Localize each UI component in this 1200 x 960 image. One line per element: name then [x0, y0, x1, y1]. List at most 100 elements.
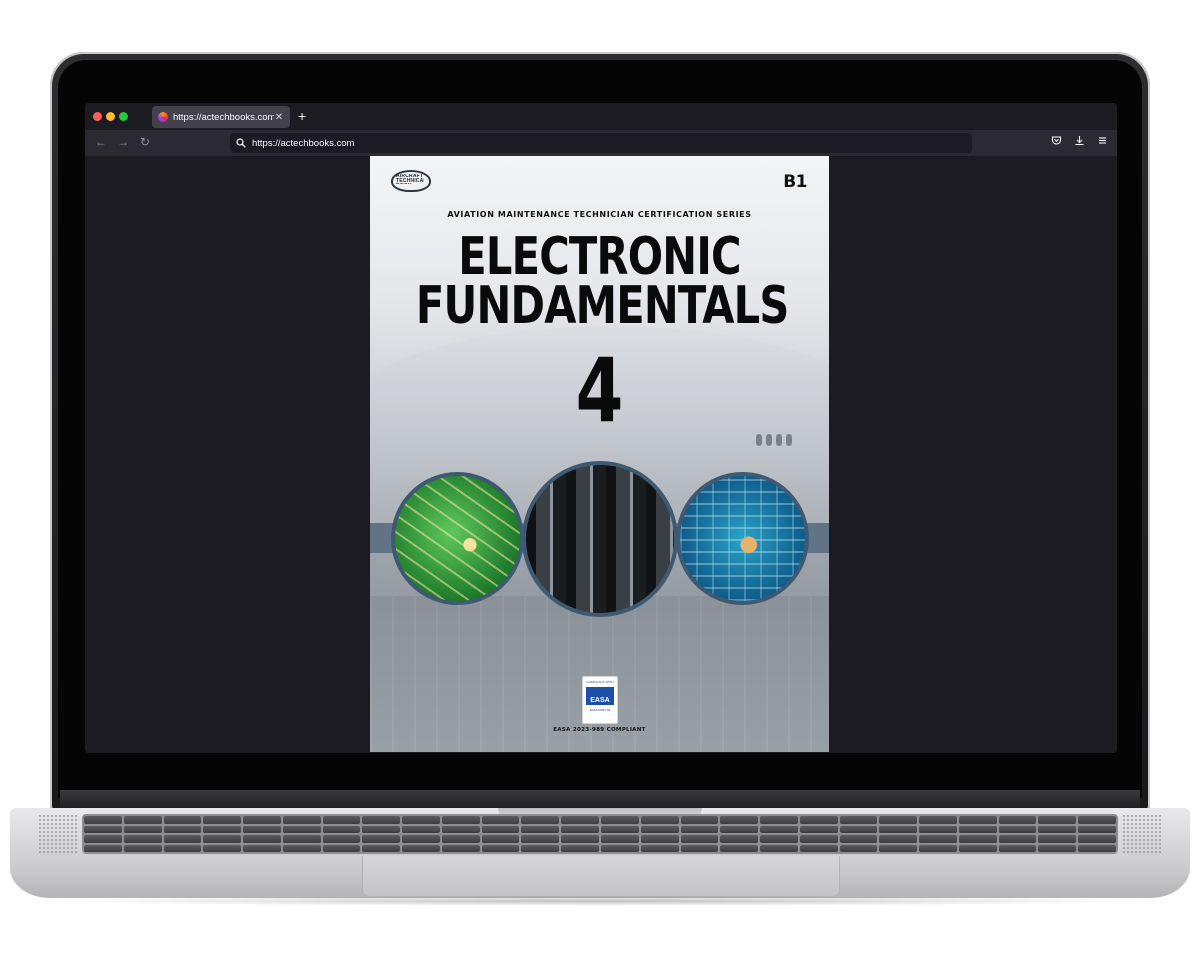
- new-tab-button[interactable]: +: [298, 108, 306, 124]
- keyboard-key: [1038, 835, 1077, 843]
- navigation-toolbar: ← → ↻ https://actechbooks.com: [85, 130, 1117, 156]
- keyboard-key: [441, 816, 480, 824]
- keyboard-key: [481, 816, 520, 824]
- browser-window: https://actechbooks.com ✕ + ← → ↻ https:…: [85, 103, 1117, 753]
- left-speaker-grille: [38, 814, 78, 854]
- right-speaker-grille: [1122, 814, 1162, 854]
- tab-bar: https://actechbooks.com ✕ +: [85, 103, 1117, 130]
- keyboard-key: [680, 825, 719, 833]
- keyboard-key: [203, 816, 242, 824]
- keyboard-key: [680, 835, 719, 843]
- keyboard-key: [243, 844, 281, 852]
- keyboard-key: [402, 816, 440, 824]
- keyboard-key: [163, 835, 202, 843]
- keyboard-key: [760, 844, 798, 852]
- keyboard-key: [481, 835, 520, 843]
- keyboard-key: [919, 816, 957, 824]
- menu-icon[interactable]: [1097, 135, 1108, 146]
- category-label: B1: [783, 172, 807, 192]
- keyboard-key: [561, 835, 599, 843]
- keyboard-key: [322, 835, 361, 843]
- keyboard-key: [879, 816, 918, 824]
- keyboard-key: [84, 835, 122, 843]
- easa-badge: COMPLIANT WITH EASA EASA PART 66: [582, 676, 618, 724]
- series-title: AVIATION MAINTENANCE TECHNICIAN CERTIFIC…: [447, 210, 752, 219]
- keyboard-key: [402, 835, 440, 843]
- keyboard-key: [680, 816, 719, 824]
- keyboard-key: [243, 816, 281, 824]
- keyboard-key: [839, 816, 878, 824]
- download-icon[interactable]: [1074, 135, 1085, 146]
- circuit-soldering-photo: [391, 472, 524, 605]
- pocket-icon[interactable]: [1051, 135, 1062, 146]
- keyboard-key: [441, 835, 480, 843]
- keyboard-key: [958, 816, 997, 824]
- publisher-logo-text: AIRCRAFT TECHNICAL BOOK COMPANY: [396, 174, 424, 184]
- keyboard-key: [720, 816, 759, 824]
- keyboard-key: [680, 844, 719, 852]
- keyboard-key: [163, 816, 202, 824]
- keyboard-key: [1078, 844, 1116, 852]
- keyboard-key: [958, 844, 997, 852]
- keyboard-key: [521, 844, 560, 852]
- keyboard-key: [84, 844, 122, 852]
- keyboard-key: [1038, 816, 1077, 824]
- keyboard-key: [1038, 825, 1077, 833]
- keyboard-key: [998, 844, 1037, 852]
- keyboard-key: [720, 825, 759, 833]
- easa-logo-text: EASA: [590, 697, 610, 704]
- back-arrow-icon[interactable]: ←: [95, 135, 107, 149]
- keyboard-key: [1038, 844, 1077, 852]
- keyboard-key: [1078, 835, 1116, 843]
- address-bar[interactable]: https://actechbooks.com: [230, 133, 972, 153]
- keyboard-key: [282, 835, 321, 843]
- keyboard-key: [203, 835, 242, 843]
- keyboard-key: [839, 825, 878, 833]
- window-zoom-button[interactable]: [119, 112, 128, 121]
- keyboard-key: [441, 844, 480, 852]
- book-title-line2: FUNDAMENTALS: [415, 276, 789, 336]
- keyboard-key: [282, 816, 321, 824]
- keyboard-key: [203, 844, 242, 852]
- keyboard-key: [998, 816, 1037, 824]
- keyboard-key: [799, 825, 838, 833]
- tab-actechbooks[interactable]: https://actechbooks.com ✕: [152, 106, 290, 128]
- keyboard-key: [123, 835, 162, 843]
- keyboard-key: [362, 835, 401, 843]
- keyboard-key: [84, 816, 122, 824]
- easa-badge-top-text: COMPLIANT WITH: [586, 680, 614, 684]
- forward-arrow-icon[interactable]: →: [117, 135, 129, 149]
- keyboard-key: [1078, 816, 1116, 824]
- keyboard-key: [362, 816, 401, 824]
- keyboard-key: [600, 825, 639, 833]
- keyboard-key: [839, 844, 878, 852]
- keyboard-key: [441, 825, 480, 833]
- keyboard-key: [402, 825, 440, 833]
- keyboard-key: [799, 835, 838, 843]
- keyboard-key: [640, 825, 679, 833]
- keyboard: [82, 814, 1118, 854]
- keyboard-key: [362, 825, 401, 833]
- cockpit-controls-photo: [522, 461, 678, 617]
- keyboard-key: [362, 844, 401, 852]
- trackpad: [362, 856, 840, 897]
- keyboard-key: [481, 844, 520, 852]
- url-text: https://actechbooks.com: [252, 137, 355, 149]
- keyboard-key: [1078, 825, 1116, 833]
- reload-icon[interactable]: ↻: [140, 135, 150, 149]
- keyboard-key: [958, 825, 997, 833]
- close-tab-icon[interactable]: ✕: [274, 112, 284, 123]
- window-minimize-button[interactable]: [106, 112, 115, 121]
- keyboard-key: [640, 844, 679, 852]
- compliance-note: EASA 2023-989 COMPLIANT: [553, 727, 646, 733]
- keyboard-key: [600, 816, 639, 824]
- laptop-shadow: [40, 896, 1160, 906]
- keyboard-key: [163, 825, 202, 833]
- keyboard-key: [998, 835, 1037, 843]
- keyboard-key: [322, 825, 361, 833]
- keyboard-key: [879, 844, 918, 852]
- keyboard-key: [322, 816, 361, 824]
- keyboard-key: [879, 825, 918, 833]
- window-close-button[interactable]: [93, 112, 102, 121]
- keyboard-key: [282, 844, 321, 852]
